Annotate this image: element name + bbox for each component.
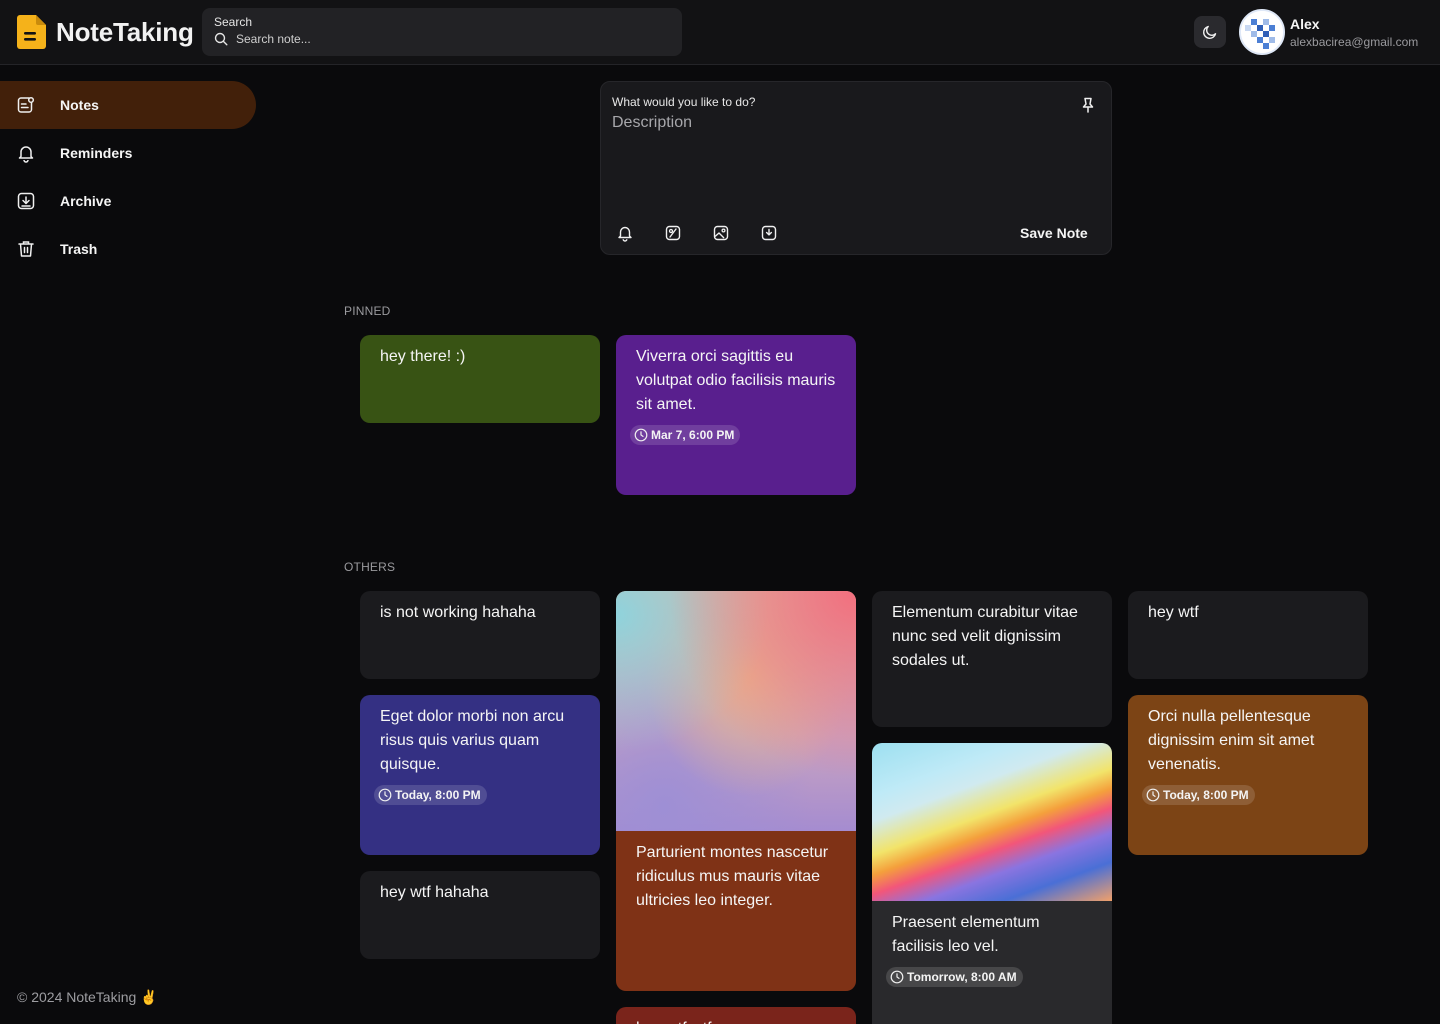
bell-icon[interactable] [616, 224, 634, 242]
avatar-image [1241, 11, 1283, 53]
sidebar-item-archive[interactable]: Archive [0, 177, 256, 225]
note-card[interactable]: Praesent elementum facilisis leo vel. To… [872, 743, 1112, 1024]
user-name: Alex [1290, 16, 1320, 32]
note-text: is not working hahaha [380, 604, 536, 621]
note-card[interactable]: Viverra orci sagittis eu volutpat odio f… [616, 335, 856, 495]
pin-icon[interactable] [1079, 96, 1097, 114]
sidebar-item-label: Archive [60, 193, 112, 209]
clock-icon [1146, 788, 1160, 802]
reminder-text: Mar 7, 6:00 PM [651, 428, 735, 442]
search-label: Search [214, 15, 253, 29]
top-bar: NoteTaking Search Alex alexbacirea@gmail… [0, 0, 1440, 65]
note-image [616, 591, 856, 831]
copyright-footer: © 2024 NoteTaking ✌️ [17, 989, 158, 1005]
clock-icon [378, 788, 392, 802]
note-card[interactable]: Eget dolor morbi non arcu risus quis var… [360, 695, 600, 855]
note-card[interactable]: Elementum curabitur vitae nunc sed velit… [872, 591, 1112, 727]
notes-logo-icon [17, 15, 46, 49]
note-text: Viverra orci sagittis eu volutpat odio f… [636, 348, 836, 413]
note-text: Elementum curabitur vitae nunc sed velit… [892, 604, 1078, 669]
palette-icon[interactable] [664, 224, 682, 242]
note-composer[interactable]: What would you like to do? Description S… [600, 81, 1112, 255]
others-section-label: OTHERS [344, 560, 396, 574]
reminder-text: Today, 8:00 PM [1163, 788, 1249, 802]
user-email: alexbacirea@gmail.com [1290, 35, 1419, 49]
note-card[interactable]: Parturient montes nascetur ridiculus mus… [616, 591, 856, 991]
note-text: hey wtf hahaha [380, 884, 489, 901]
search-icon [214, 32, 228, 46]
reminder-text: Tomorrow, 8:00 AM [907, 970, 1017, 984]
clock-icon [634, 428, 648, 442]
notes-icon [17, 96, 35, 113]
note-card[interactable]: hey wtf wtf [616, 1007, 856, 1024]
search-input[interactable] [236, 32, 656, 46]
note-card[interactable]: hey wtf [1128, 591, 1368, 679]
reminder-chip[interactable]: Today, 8:00 PM [1142, 785, 1255, 805]
moon-icon [1202, 25, 1217, 40]
note-text: Praesent elementum facilisis leo vel. [892, 914, 1040, 955]
search-box[interactable]: Search [202, 8, 682, 56]
note-card[interactable]: hey wtf hahaha [360, 871, 600, 959]
bell-icon [18, 146, 34, 163]
note-card[interactable]: Orci nulla pellentesque dignissim enim s… [1128, 695, 1368, 855]
note-image [872, 743, 1112, 901]
avatar[interactable] [1239, 9, 1285, 55]
sidebar-item-label: Notes [60, 97, 99, 113]
trash-icon [18, 241, 34, 257]
note-description-input[interactable]: Description [612, 114, 692, 132]
archive-icon[interactable] [760, 224, 778, 242]
note-text: Eget dolor morbi non arcu risus quis var… [380, 708, 565, 773]
reminder-chip[interactable]: Today, 8:00 PM [374, 785, 487, 805]
sidebar-item-label: Trash [60, 241, 98, 257]
app-logo[interactable]: NoteTaking [17, 15, 194, 49]
reminder-chip[interactable]: Tomorrow, 8:00 AM [886, 967, 1023, 987]
note-card[interactable]: hey there! :) [360, 335, 600, 423]
image-icon[interactable] [712, 224, 730, 242]
note-title-input[interactable]: What would you like to do? [612, 95, 755, 109]
sidebar-item-trash[interactable]: Trash [0, 225, 256, 273]
note-text: hey wtf wtf [616, 1007, 856, 1024]
clock-icon [890, 970, 904, 984]
save-note-button[interactable]: Save Note [1020, 225, 1088, 241]
note-text: hey wtf [1148, 604, 1199, 621]
reminder-chip[interactable]: Mar 7, 6:00 PM [630, 425, 741, 445]
app-name: NoteTaking [56, 16, 194, 47]
pinned-section-label: PINNED [344, 304, 391, 318]
note-text: hey there! :) [380, 348, 466, 365]
note-card[interactable]: is not working hahaha [360, 591, 600, 679]
sidebar-item-label: Reminders [60, 145, 133, 161]
reminder-text: Today, 8:00 PM [395, 788, 481, 802]
note-text: Orci nulla pellentesque dignissim enim s… [1148, 708, 1315, 773]
sidebar-item-reminders[interactable]: Reminders [0, 129, 256, 177]
archive-icon [17, 192, 35, 210]
sidebar-item-notes[interactable]: Notes [0, 81, 256, 129]
note-text: Parturient montes nascetur ridiculus mus… [636, 844, 829, 909]
theme-toggle-button[interactable] [1194, 16, 1226, 48]
